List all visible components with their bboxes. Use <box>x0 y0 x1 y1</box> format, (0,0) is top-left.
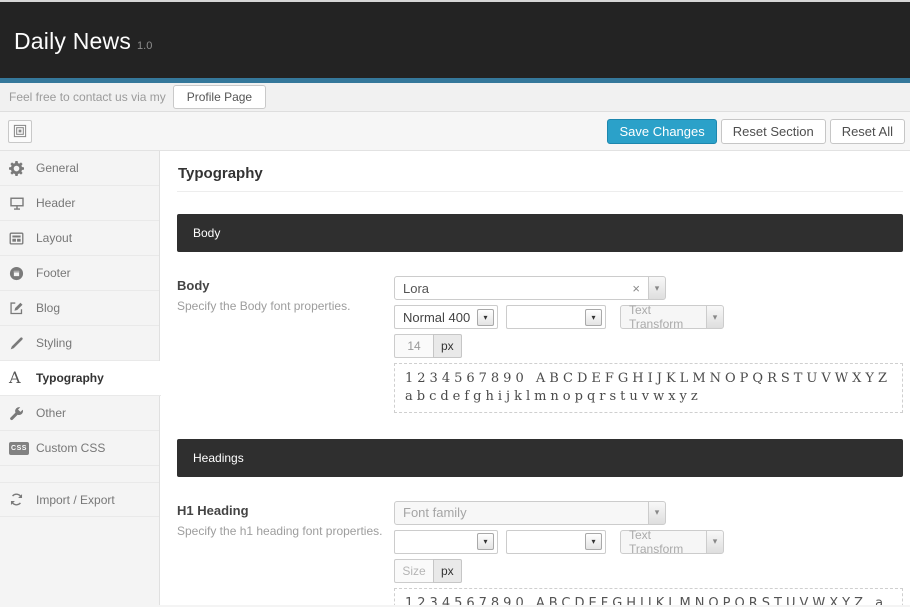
option-label-block: H1 Heading Specify the h1 heading font p… <box>177 501 394 605</box>
options-toolbar: Save Changes Reset Section Reset All <box>0 112 910 151</box>
font-variant-select[interactable] <box>394 530 498 554</box>
sidebar-item-label: Custom CSS <box>36 441 105 455</box>
text-transform-placeholder[interactable]: Text Transform <box>620 305 707 329</box>
sidebar-item-custom-css[interactable]: CSS Custom CSS <box>0 431 159 466</box>
sidebar-item-label: Typography <box>36 371 104 385</box>
font-size-row: px <box>394 334 903 358</box>
font-family-combobox: × <box>394 276 666 300</box>
css-badge-icon: CSS <box>9 442 36 455</box>
option-row-h1-heading: H1 Heading Specify the h1 heading font p… <box>177 501 903 605</box>
sidebar-item-layout[interactable]: Layout <box>0 221 159 256</box>
monitor-icon <box>9 196 36 211</box>
refresh-arrows-icon <box>9 492 36 507</box>
theme-options-screen: Daily News 1.0 Feel free to contact us v… <box>0 0 910 607</box>
sidebar-item-label: Other <box>36 406 66 420</box>
reset-section-button[interactable]: Reset Section <box>721 119 826 144</box>
sidebar-item-label: Blog <box>36 301 60 315</box>
select-arrow-icon <box>477 533 494 550</box>
sidebar-item-label: General <box>36 161 79 175</box>
sidebar-item-header[interactable]: Header <box>0 186 159 221</box>
font-size-input[interactable] <box>394 559 434 583</box>
options-content: Typography Body Body Specify the Body fo… <box>160 151 910 605</box>
toolbar-buttons: Save Changes Reset Section Reset All <box>607 119 905 144</box>
profile-page-button[interactable]: Profile Page <box>173 85 266 109</box>
brush-icon <box>9 336 36 351</box>
layout-grid-icon <box>9 231 36 246</box>
dropdown-arrow-button[interactable] <box>648 276 666 300</box>
page-title: Typography <box>177 163 903 192</box>
edit-square-icon <box>9 301 36 316</box>
font-family-input-wrap: × <box>394 276 649 300</box>
text-transform-placeholder[interactable]: Text Transform <box>620 530 707 554</box>
font-style-row: Normal 400 Text Transform <box>394 305 903 329</box>
option-description: Specify the h1 heading font properties. <box>177 524 394 538</box>
sidebar-item-styling[interactable]: Styling <box>0 326 159 361</box>
font-subset-select[interactable] <box>506 530 606 554</box>
font-family-combobox <box>394 501 666 525</box>
option-description: Specify the Body font properties. <box>177 299 394 313</box>
option-label-block: Body Specify the Body font properties. <box>177 276 394 413</box>
sidebar-item-general[interactable]: General <box>0 151 159 186</box>
sidebar-item-label: Styling <box>36 336 72 350</box>
sidebar-item-typography[interactable]: A Typography <box>0 361 161 396</box>
clear-selection-icon[interactable]: × <box>630 282 642 295</box>
panel-layout-toggle-button[interactable] <box>8 120 32 143</box>
gear-icon <box>9 161 36 176</box>
select-arrow-icon <box>585 533 602 550</box>
font-size-input[interactable] <box>394 334 434 358</box>
font-style-row: Text Transform <box>394 530 903 554</box>
option-controls: × Normal 400 <box>394 276 903 413</box>
section-bar-body: Body <box>177 214 903 252</box>
sidebar-item-blog[interactable]: Blog <box>0 291 159 326</box>
text-transform-combobox: Text Transform <box>620 305 724 329</box>
main-area: General Header Layout Footer Blog Stylin <box>0 151 910 605</box>
browser-circle-icon <box>9 266 36 281</box>
wrench-icon <box>9 406 36 421</box>
dropdown-arrow-button[interactable] <box>706 530 724 554</box>
sidebar-item-other[interactable]: Other <box>0 396 159 431</box>
font-subset-select[interactable] <box>506 305 606 329</box>
text-transform-combobox: Text Transform <box>620 530 724 554</box>
sidebar-item-footer[interactable]: Footer <box>0 256 159 291</box>
size-unit-label: px <box>433 559 462 583</box>
sidebar-item-label: Footer <box>36 266 71 280</box>
sidebar-item-label: Import / Export <box>36 493 115 507</box>
font-family-input[interactable] <box>403 281 630 296</box>
dropdown-arrow-button[interactable] <box>648 501 666 525</box>
nested-squares-icon <box>13 124 27 138</box>
theme-version: 1.0 <box>137 40 152 52</box>
select-arrow-icon <box>585 309 602 326</box>
font-family-input-wrap <box>394 501 649 525</box>
contact-bar: Feel free to contact us via my Profile P… <box>0 83 910 112</box>
sidebar-group-spacer <box>0 466 159 482</box>
option-label: Body <box>177 278 394 293</box>
option-controls: Text Transform px 1234567890 ABCDEFGHIJK… <box>394 501 903 605</box>
sidebar-item-label: Layout <box>36 231 72 245</box>
font-family-input[interactable] <box>403 505 642 520</box>
select-arrow-icon <box>477 309 494 326</box>
font-preview-h1: 1234567890 ABCDEFGHIJKLMNOPQRSTUVWXYZ ab… <box>394 588 903 605</box>
font-variant-select[interactable]: Normal 400 <box>394 305 498 329</box>
font-size-row: px <box>394 559 903 583</box>
save-changes-button[interactable]: Save Changes <box>607 119 716 144</box>
dropdown-arrow-button[interactable] <box>706 305 724 329</box>
sidebar-item-import-export[interactable]: Import / Export <box>0 482 159 517</box>
sidebar-item-label: Header <box>36 196 75 210</box>
option-row-body: Body Specify the Body font properties. ×… <box>177 276 903 413</box>
font-preview-body: 1234567890 ABCDEFGHIJKLMNOPQRSTUVWXYZ ab… <box>394 363 903 413</box>
options-sidebar: General Header Layout Footer Blog Stylin <box>0 151 160 605</box>
contact-message: Feel free to contact us via my <box>9 90 166 104</box>
theme-title: Daily News <box>14 28 131 55</box>
reset-all-button[interactable]: Reset All <box>830 119 905 144</box>
theme-masthead: Daily News 1.0 <box>0 2 910 78</box>
section-bar-headings: Headings <box>177 439 903 477</box>
letter-a-icon: A <box>9 370 36 386</box>
size-unit-label: px <box>433 334 462 358</box>
option-label: H1 Heading <box>177 503 394 518</box>
font-variant-value: Normal 400 <box>403 310 470 325</box>
